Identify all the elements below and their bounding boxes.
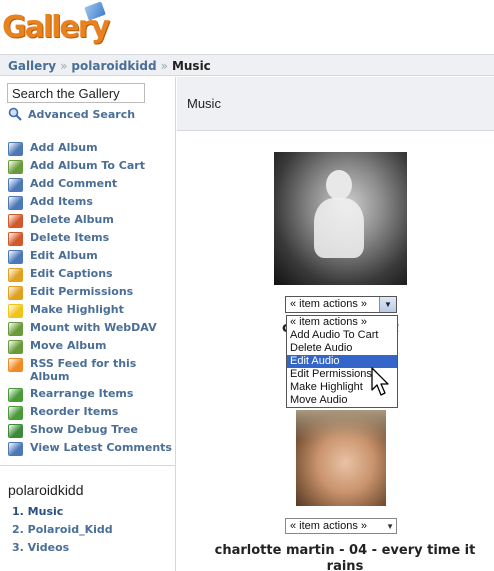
action-rss-feed-for-this-album[interactable]: RSS Feed for this Album [8,357,173,387]
action-edit-album[interactable]: Edit Album [8,249,173,267]
permissions-icon [8,286,23,300]
item-thumbnail-1[interactable] [274,152,407,285]
action-make-highlight[interactable]: Make Highlight [8,303,173,321]
main-header: Music [177,77,494,131]
action-label: Add Album [30,141,98,154]
rss-icon [8,358,23,372]
rearrange-icon [8,388,23,402]
album-actions-list: Add Album Add Album To Cart Add Comment Add… [8,141,173,471]
debug-tree-icon [8,424,23,438]
action-move-album[interactable]: Move Album [8,339,173,357]
action-label: Add Album To Cart [30,159,145,172]
album-list: 1. Music 2. Polaroid_Kidd 3. Videos [12,505,113,559]
album-link-music[interactable]: 1. Music [12,505,113,523]
action-label: Reorder Items [30,405,119,418]
action-label: Edit Captions [30,267,113,280]
breadcrumb-gallery[interactable]: Gallery [8,59,56,73]
advanced-search-label: Advanced Search [28,107,136,121]
action-add-album-to-cart[interactable]: Add Album To Cart [8,159,173,177]
action-view-latest-comments[interactable]: View Latest Comments [8,441,173,471]
action-rearrange-items[interactable]: Rearrange Items [8,387,173,405]
move-album-icon [8,340,23,354]
item-actions-select-2-value: « item actions » [290,520,368,532]
action-reorder-items[interactable]: Reorder Items [8,405,173,423]
dropdown-option[interactable]: Delete Audio [287,342,397,355]
logo-text: Gallery [2,10,110,45]
item-actions-select-2[interactable]: « item actions » ▼ [285,518,397,534]
action-label: Delete Album [30,213,114,226]
item-caption-2[interactable]: charlotte martin - 04 - every time it ra… [195,543,494,571]
page-title: Music [187,96,221,111]
comment-icon [8,178,23,192]
action-label: Delete Items [30,231,110,244]
lightbulb-icon [8,304,23,318]
action-delete-album[interactable]: Delete Album [8,213,173,231]
delete-items-icon [8,232,23,246]
sidebar-divider [0,465,176,466]
action-label: View Latest Comments [30,441,172,454]
action-label: Mount with WebDAV [30,321,157,334]
action-label: Edit Permissions [30,285,134,298]
photo-subject-body [314,198,364,258]
action-delete-items[interactable]: Delete Items [8,231,173,249]
breadcrumb-separator: » [60,59,68,73]
action-add-items[interactable]: Add Items [8,195,173,213]
webdav-icon [8,322,23,336]
advanced-search-link[interactable]: Advanced Search [8,107,135,121]
action-show-debug-tree[interactable]: Show Debug Tree [8,423,173,441]
action-add-comment[interactable]: Add Comment [8,177,173,195]
cart-icon [8,160,23,174]
add-album-icon [8,142,23,156]
breadcrumb-current: Music [171,59,211,73]
chevron-down-icon[interactable]: ▼ [379,297,396,312]
action-label: Show Debug Tree [30,423,138,436]
album-link-videos[interactable]: 3. Videos [12,541,113,559]
action-label: Move Album [30,339,107,352]
mouse-pointer-icon [371,367,389,396]
edit-captions-icon [8,268,23,282]
action-add-album[interactable]: Add Album [8,141,173,159]
edit-album-icon [8,250,23,264]
action-edit-captions[interactable]: Edit Captions [8,267,173,285]
action-label: Add Comment [30,177,118,190]
dropdown-option[interactable]: « item actions » [287,316,397,329]
add-items-icon [8,196,23,210]
action-mount-with-webdav[interactable]: Mount with WebDAV [8,321,173,339]
photo-subject-hair [296,410,386,440]
breadcrumb-separator: » [160,59,168,73]
action-label: Make Highlight [30,303,124,316]
item-actions-select-1-value: « item actions » [290,298,368,310]
dropdown-option[interactable]: Add Audio To Cart [287,329,397,342]
item-actions-select-1[interactable]: « item actions » ▼ [285,296,397,313]
comments-icon [8,442,23,456]
breadcrumb-polaroidkidd[interactable]: polaroidkidd [71,59,156,73]
photo-subject-head [326,170,352,200]
chevron-down-icon: ▼ [386,522,394,531]
breadcrumb: Gallery» polaroidkidd» Music [0,54,494,76]
action-label: Edit Album [30,249,98,262]
item-thumbnail-2[interactable] [296,410,386,506]
action-label: RSS Feed for this Album [30,357,137,383]
action-label: Rearrange Items [30,387,134,400]
delete-album-icon [8,214,23,228]
gallery-logo[interactable]: Gallery [0,0,120,52]
sidebar: Advanced Search Add Album Add Album To Ca… [0,77,176,571]
album-owner-title: polaroidkidd [8,482,84,498]
action-label: Add Items [30,195,93,208]
magnifier-icon [8,107,22,121]
reorder-icon [8,406,23,420]
action-edit-permissions[interactable]: Edit Permissions [8,285,173,303]
search-input[interactable] [7,83,145,103]
album-link-polaroid-kidd[interactable]: 2. Polaroid_Kidd [12,523,113,541]
